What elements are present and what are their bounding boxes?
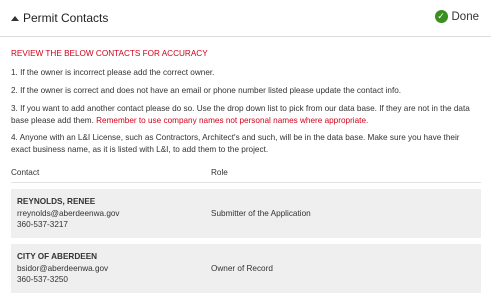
check-circle-icon: ✓ <box>434 10 448 23</box>
contact-cell: REYNOLDS, RENEE rreynolds@aberdeenwa.gov… <box>11 196 211 232</box>
table-header: Contact Role <box>11 168 481 183</box>
permit-contacts-header: Permit Contacts ✓ Done <box>0 0 491 37</box>
table-row[interactable]: REYNOLDS, RENEE rreynolds@aberdeenwa.gov… <box>11 189 481 238</box>
instruction-3: 3. If you want to add another contact pl… <box>11 103 481 127</box>
caret-up-icon <box>11 15 19 21</box>
instruction-3-note: Remember to use company names not person… <box>96 115 369 125</box>
instructions-heading: REVIEW THE BELOW CONTACTS FOR ACCURACY <box>11 49 208 58</box>
instruction-2: 2. If the owner is correct and does not … <box>11 85 402 95</box>
contact-email: rreynolds@aberdeenwa.gov <box>17 208 120 218</box>
contact-name: REYNOLDS, RENEE <box>17 196 96 206</box>
section-title: Permit Contacts <box>23 11 109 25</box>
role-cell: Owner of Record <box>211 264 273 273</box>
role-cell: Submitter of the Application <box>211 209 311 218</box>
table-row[interactable]: CITY OF ABERDEEN bsidor@aberdeenwa.gov 3… <box>11 244 481 293</box>
instructions: REVIEW THE BELOW CONTACTS FOR ACCURACY 1… <box>11 48 481 162</box>
contact-phone: 360-537-3217 <box>17 220 68 230</box>
instruction-4: 4. Anyone with an L&I License, such as C… <box>11 133 460 155</box>
contact-name: CITY OF ABERDEEN <box>17 251 98 261</box>
contact-phone: 360-537-3250 <box>17 275 68 285</box>
status-label: Done <box>451 10 480 23</box>
contact-cell: CITY OF ABERDEEN bsidor@aberdeenwa.gov 3… <box>11 251 211 287</box>
contact-email: bsidor@aberdeenwa.gov <box>17 263 109 273</box>
column-header-contact: Contact <box>11 168 40 177</box>
instruction-1: 1. If the owner is incorrect please add … <box>11 67 215 77</box>
section-toggle[interactable]: Permit Contacts <box>11 11 108 25</box>
contacts-table: Contact Role REYNOLDS, RENEE rreynolds@a… <box>11 168 481 293</box>
column-header-role: Role <box>211 168 228 177</box>
status-badge: ✓ Done <box>434 10 480 23</box>
